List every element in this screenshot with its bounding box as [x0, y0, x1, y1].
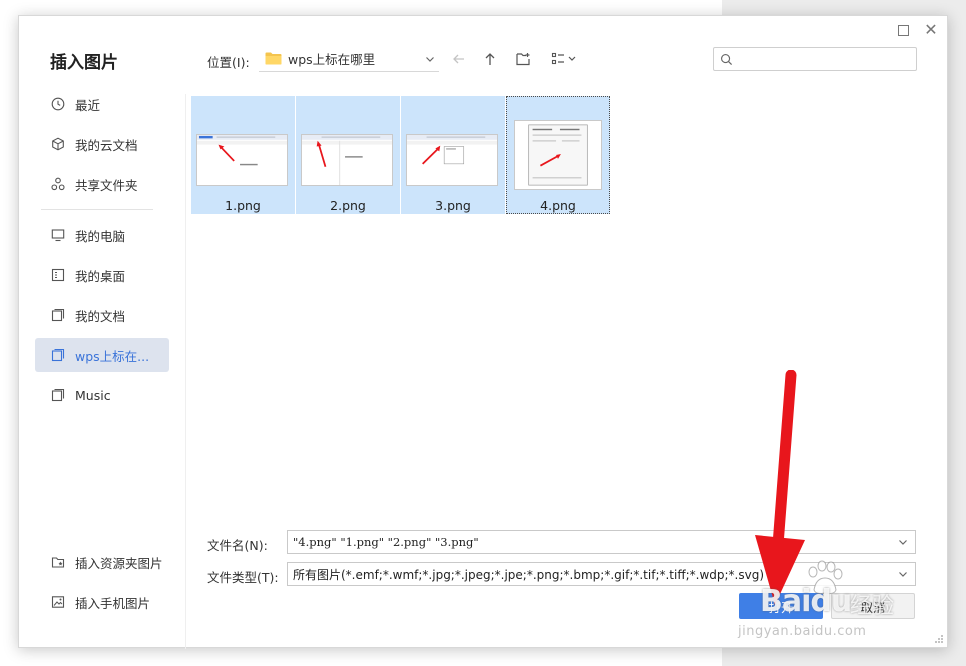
- search-input[interactable]: [737, 52, 916, 66]
- file-thumbnail: [514, 120, 602, 190]
- sidebar-item-phone-images[interactable]: 插入手机图片: [35, 585, 169, 619]
- up-button[interactable]: [480, 50, 500, 68]
- sidebar-item-recent[interactable]: 最近: [35, 87, 169, 121]
- chevron-down-icon: [426, 56, 434, 62]
- watermark-text: 经验: [850, 594, 895, 619]
- new-folder-button[interactable]: [513, 50, 533, 68]
- share-icon: [51, 177, 65, 191]
- list-view-icon: [551, 52, 576, 65]
- watermark-logo: Baidu: [760, 584, 852, 619]
- sidebar-item-label: Music: [75, 387, 111, 403]
- folder-icon: [265, 52, 282, 65]
- watermark-url: jingyan.baidu.com: [738, 624, 867, 639]
- sidebar-item-label: 我的电脑: [75, 228, 126, 244]
- filename-combobox[interactable]: "4.png" "1.png" "2.png" "3.png": [287, 530, 916, 554]
- chevron-down-icon: [899, 540, 907, 545]
- location-value: wps上标在哪里: [288, 52, 376, 67]
- sidebar-item-label: wps上标在...: [75, 348, 150, 364]
- sidebar-item-label: 插入资源夹图片: [75, 555, 163, 571]
- sidebar-item-my-documents[interactable]: 我的文档: [35, 298, 169, 332]
- clock-icon: [51, 97, 65, 111]
- star-folder-icon: [51, 555, 65, 569]
- desktop-icon: [51, 268, 65, 282]
- close-icon[interactable]: ✕: [923, 22, 939, 38]
- file-name: 4.png: [540, 198, 576, 213]
- file-item[interactable]: 3.png: [401, 96, 505, 214]
- sidebar-item-music[interactable]: Music: [35, 378, 169, 412]
- sidebar: 插入图片 最近 我的云文档 共享文件夹 我的电脑 我的桌面 我的文档 wps上标…: [19, 16, 186, 649]
- sidebar-item-my-desktop[interactable]: 我的桌面: [35, 258, 169, 292]
- folder-icon: [51, 348, 65, 362]
- back-button[interactable]: [449, 50, 469, 68]
- sidebar-item-label: 插入手机图片: [75, 595, 151, 611]
- new-folder-icon: [516, 53, 530, 66]
- sidebar-divider: [41, 209, 153, 210]
- document-icon: [51, 308, 65, 322]
- arrow-up-icon: [485, 53, 495, 65]
- sidebar-item-wps-folder[interactable]: wps上标在...: [35, 338, 169, 372]
- maximize-icon[interactable]: [895, 22, 911, 38]
- file-name: 3.png: [435, 198, 471, 213]
- chevron-down-icon: [899, 572, 907, 577]
- monitor-icon: [51, 228, 65, 242]
- sidebar-item-label: 我的云文档: [75, 137, 138, 153]
- file-name: 1.png: [225, 198, 261, 213]
- sidebar-item-shared-folder[interactable]: 共享文件夹: [35, 167, 169, 201]
- sidebar-item-label: 共享文件夹: [75, 177, 138, 193]
- file-thumbnail: [301, 134, 393, 186]
- file-thumbnail: [196, 134, 288, 186]
- sidebar-item-label: 最近: [75, 97, 101, 113]
- file-item[interactable]: 2.png: [296, 96, 400, 214]
- sidebar-item-cloud-docs[interactable]: 我的云文档: [35, 127, 169, 161]
- file-item[interactable]: 1.png: [191, 96, 295, 214]
- file-name: 2.png: [330, 198, 366, 213]
- filename-label: 文件名(N):: [207, 538, 268, 553]
- view-mode-button[interactable]: [549, 50, 579, 68]
- location-dropdown[interactable]: wps上标在哪里: [259, 46, 439, 72]
- location-label: 位置(I):: [207, 55, 250, 70]
- filetype-label: 文件类型(T):: [207, 570, 279, 585]
- cube-icon: [51, 137, 65, 151]
- phone-image-icon: [51, 595, 65, 609]
- sidebar-item-my-computer[interactable]: 我的电脑: [35, 218, 169, 252]
- folder-icon: [51, 388, 65, 402]
- search-box[interactable]: [713, 47, 917, 71]
- dialog-title: 插入图片: [50, 53, 118, 73]
- file-thumbnail: [406, 134, 498, 186]
- sidebar-item-resource-folder-images[interactable]: 插入资源夹图片: [35, 545, 169, 579]
- arrow-left-icon: [453, 54, 464, 64]
- sidebar-item-label: 我的文档: [75, 308, 126, 324]
- resize-grip-icon[interactable]: [934, 634, 944, 644]
- file-list[interactable]: 1.png 2.png 3.png 4.png: [186, 94, 949, 524]
- file-item[interactable]: 4.png: [506, 96, 610, 214]
- sidebar-item-label: 我的桌面: [75, 268, 126, 284]
- search-icon: [721, 53, 733, 65]
